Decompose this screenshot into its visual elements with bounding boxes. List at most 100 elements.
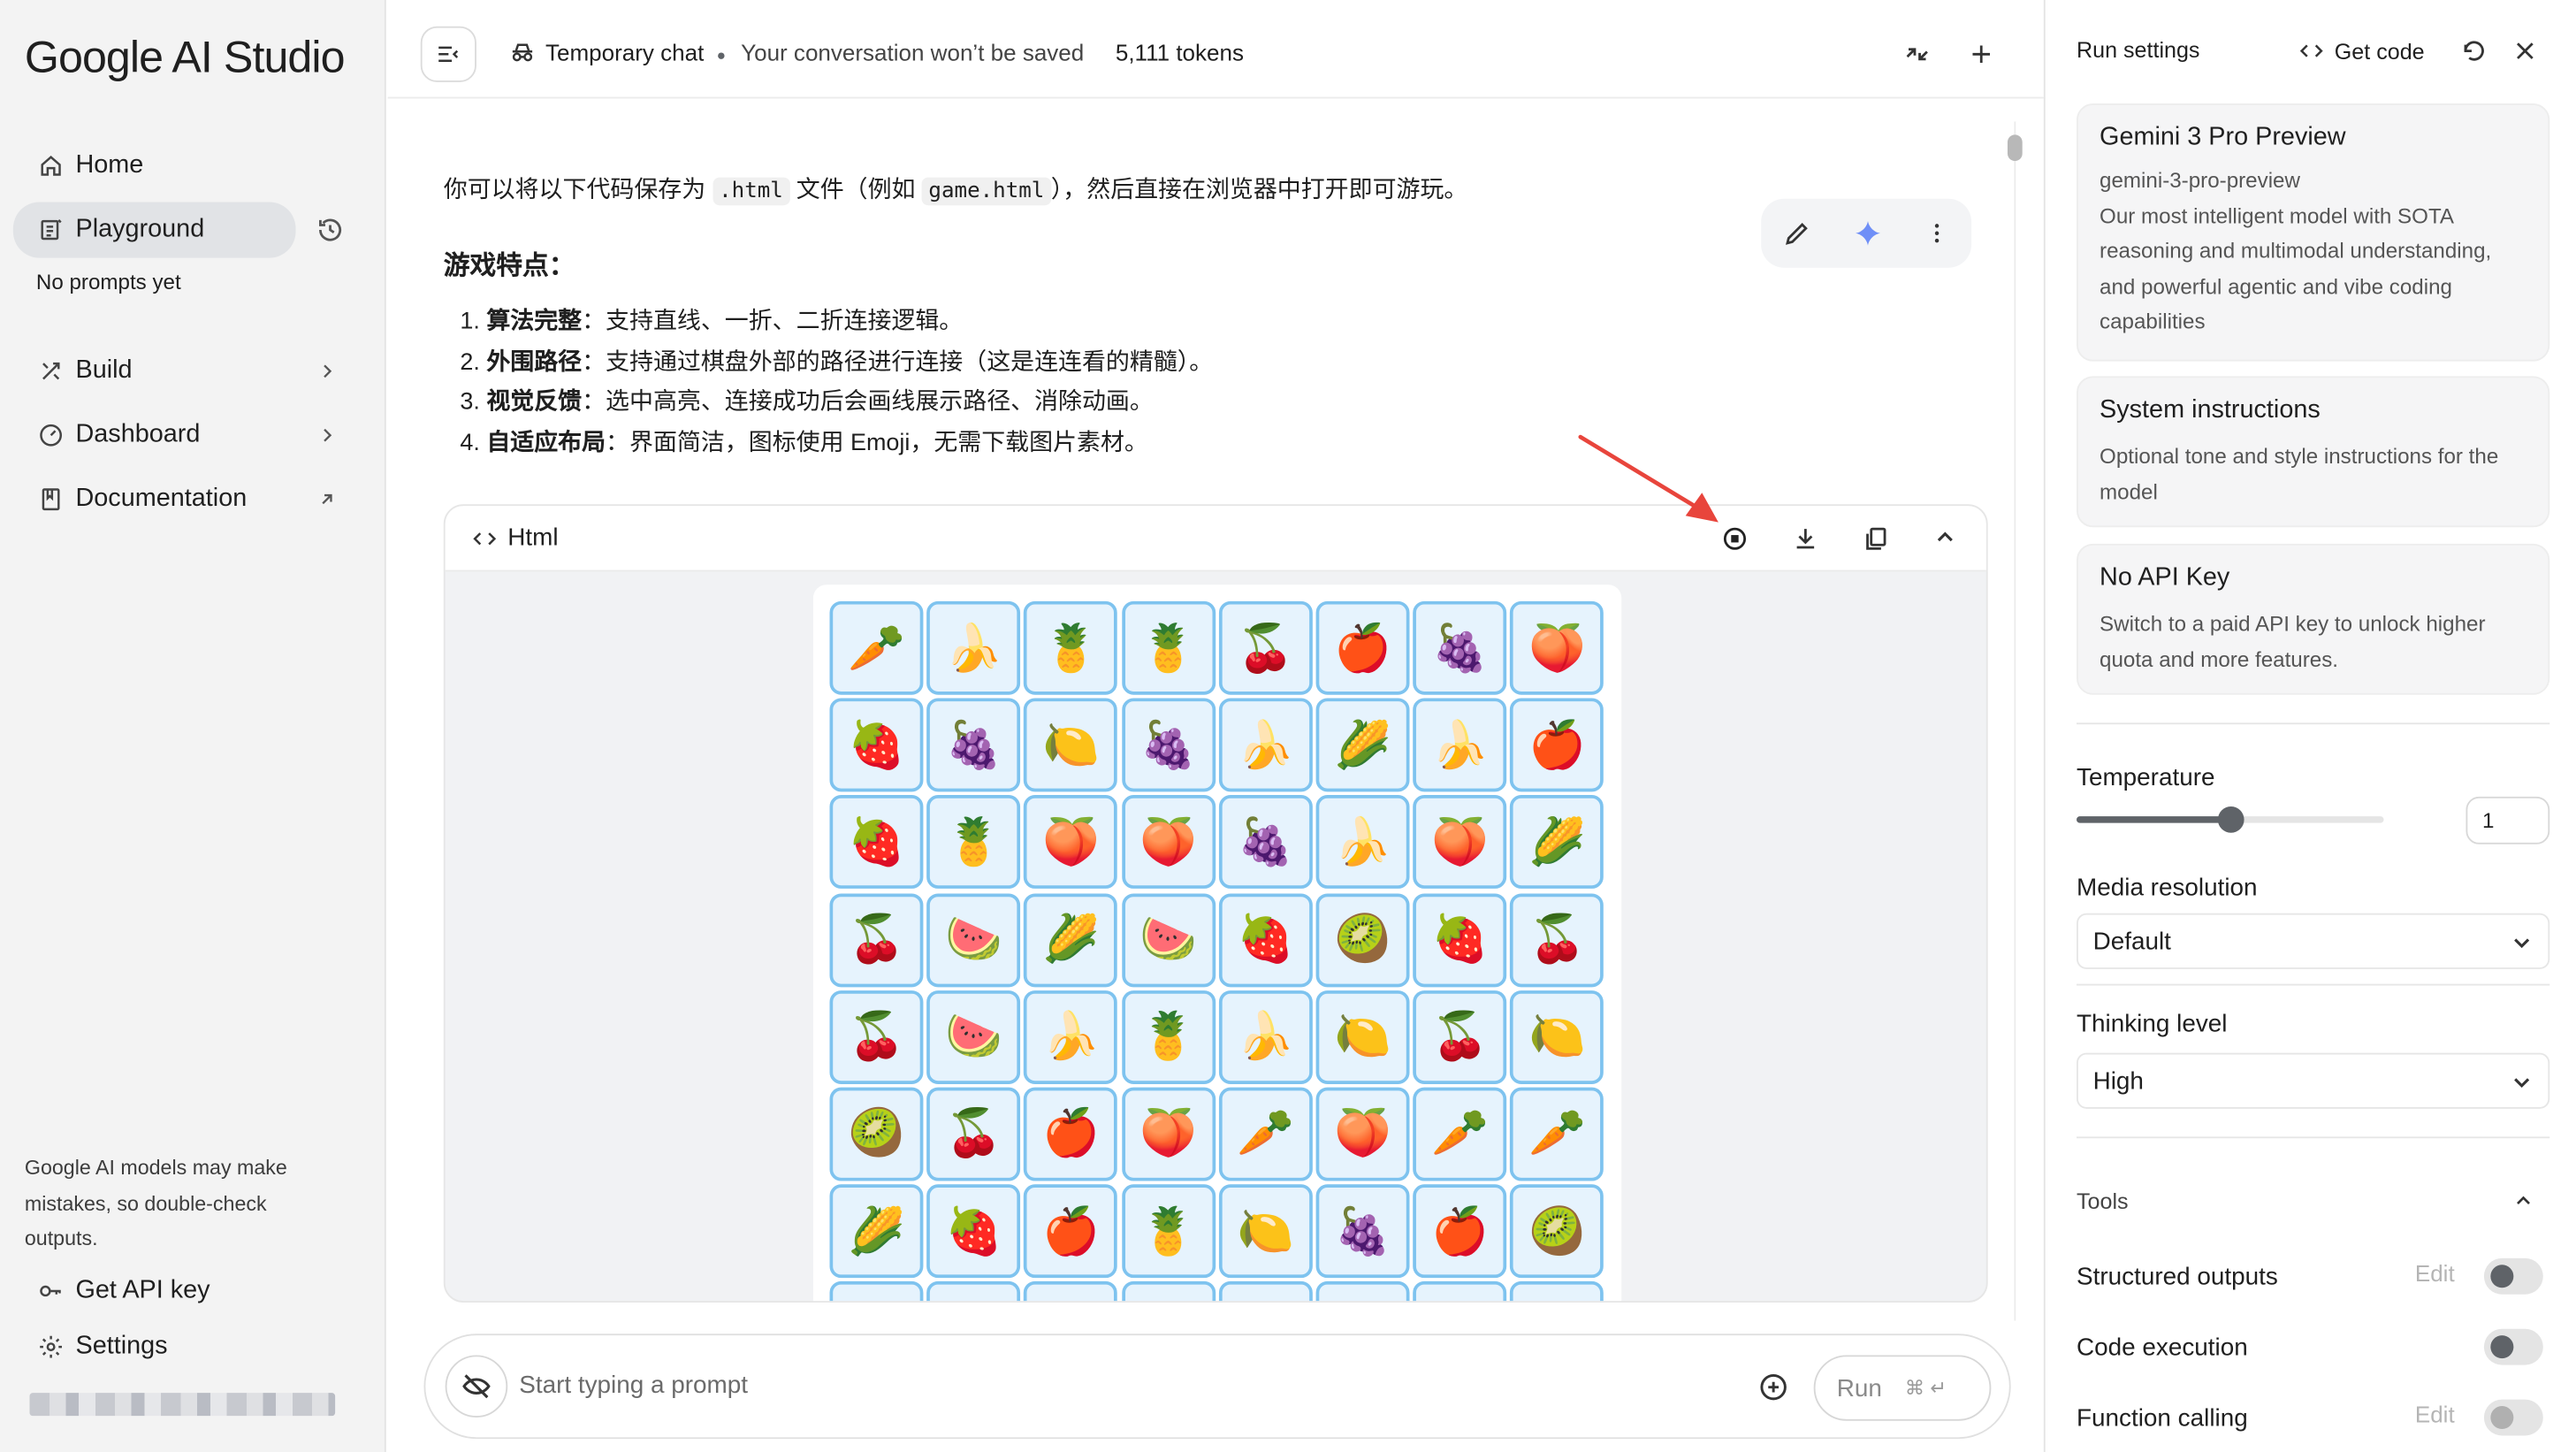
game-tile[interactable]: [1315, 1281, 1410, 1302]
nav-settings[interactable]: Settings: [13, 1319, 358, 1375]
more-vert-icon[interactable]: [1922, 218, 1951, 248]
game-tile[interactable]: [1024, 1281, 1118, 1302]
game-tile[interactable]: 🍑: [1121, 795, 1216, 890]
game-tile[interactable]: 🍎: [1024, 1184, 1118, 1279]
game-tile[interactable]: 🍓: [1413, 892, 1507, 987]
game-tile[interactable]: 🍑: [1121, 1087, 1216, 1181]
copy-icon[interactable]: [1862, 524, 1891, 554]
compare-icon[interactable]: [1902, 40, 1932, 69]
game-tile[interactable]: 🍍: [1121, 990, 1216, 1084]
media-resolution-select[interactable]: Default: [2077, 913, 2550, 969]
game-tile[interactable]: 🍓: [829, 698, 924, 792]
game-tile[interactable]: 🍑: [1413, 795, 1507, 890]
edit-link[interactable]: Edit: [2415, 1260, 2455, 1287]
history-icon[interactable]: [316, 215, 345, 244]
prompt-input[interactable]: Start typing a prompt: [519, 1372, 748, 1400]
edit-link[interactable]: Edit: [2415, 1401, 2455, 1427]
nav-get-api-key[interactable]: Get API key: [13, 1263, 358, 1318]
hide-button[interactable]: [445, 1355, 508, 1418]
brand-logo[interactable]: Google AI Studio: [25, 33, 346, 84]
game-tile[interactable]: 🍒: [1413, 990, 1507, 1084]
game-tile[interactable]: 🍋: [1315, 990, 1410, 1084]
game-tile[interactable]: 🌽: [1024, 892, 1118, 987]
game-tile[interactable]: 🥕: [1510, 1087, 1604, 1181]
download-icon[interactable]: [1791, 524, 1820, 554]
game-tile[interactable]: [1218, 1281, 1313, 1302]
game-tile[interactable]: 🍒: [1218, 600, 1313, 695]
run-button[interactable]: Run ⌘ ↵: [1813, 1355, 1992, 1421]
game-tile[interactable]: 🍋: [1024, 698, 1118, 792]
game-tile[interactable]: 🍋: [1510, 990, 1604, 1084]
game-tile[interactable]: 🍌: [1315, 795, 1410, 890]
game-tile[interactable]: 🍒: [829, 892, 924, 987]
toggle-sidebar-button[interactable]: [420, 26, 476, 82]
account-avatar-blurred[interactable]: [29, 1393, 336, 1417]
game-tile[interactable]: 🥝: [1315, 892, 1410, 987]
game-tile[interactable]: 🍋: [1218, 1184, 1313, 1279]
game-tile[interactable]: 🍍: [1024, 600, 1118, 695]
get-code-button[interactable]: Get code: [2298, 38, 2425, 65]
code-execution-toggle[interactable]: [2483, 1328, 2543, 1365]
api-key-card[interactable]: No API Key Switch to a paid API key to u…: [2077, 543, 2550, 695]
game-tile[interactable]: 🍑: [1024, 795, 1118, 890]
scrollbar-thumb[interactable]: [2007, 134, 2023, 162]
game-tile[interactable]: 🍌: [1413, 698, 1507, 792]
chevron-up-icon[interactable]: [2511, 1189, 2541, 1219]
game-tile[interactable]: [1413, 1281, 1507, 1302]
game-tile[interactable]: 🍌: [926, 600, 1021, 695]
game-tile[interactable]: 🌽: [1315, 698, 1410, 792]
nav-home[interactable]: Home: [13, 138, 358, 194]
game-tile[interactable]: 🍍: [1121, 600, 1216, 695]
temperature-input[interactable]: 1: [2465, 796, 2550, 844]
game-tile[interactable]: 🍎: [1315, 600, 1410, 695]
game-tile[interactable]: 🍒: [829, 990, 924, 1084]
game-tile[interactable]: [1121, 1281, 1216, 1302]
system-instructions-card[interactable]: System instructions Optional tone and st…: [2077, 376, 2550, 528]
structured-outputs-toggle[interactable]: [2483, 1257, 2543, 1295]
model-card[interactable]: Gemini 3 Pro Preview gemini-3-pro-previe…: [2077, 103, 2550, 362]
tools-section-label[interactable]: Tools: [2077, 1189, 2129, 1214]
nav-playground[interactable]: Playground: [12, 202, 296, 258]
game-tile[interactable]: 🍇: [1121, 698, 1216, 792]
game-tile[interactable]: 🥝: [1510, 1184, 1604, 1279]
game-tile[interactable]: 🥕: [1413, 1087, 1507, 1181]
game-tile[interactable]: 🍉: [1121, 892, 1216, 987]
game-tile[interactable]: 🍓: [829, 795, 924, 890]
game-tile[interactable]: 🍌: [1218, 990, 1313, 1084]
game-tile[interactable]: 🍌: [1218, 698, 1313, 792]
game-tile[interactable]: 🥕: [1218, 1087, 1313, 1181]
game-tile[interactable]: 🍓: [926, 1184, 1021, 1279]
game-tile[interactable]: 🍇: [1218, 795, 1313, 890]
thinking-level-select[interactable]: High: [2077, 1052, 2550, 1109]
game-tile[interactable]: 🥕: [829, 600, 924, 695]
game-tile[interactable]: 🍑: [1315, 1087, 1410, 1181]
game-tile[interactable]: 🍓: [1218, 892, 1313, 987]
game-tile[interactable]: 🍇: [1413, 600, 1507, 695]
game-tile[interactable]: [829, 1281, 924, 1302]
nav-dashboard[interactable]: Dashboard: [13, 408, 358, 463]
edit-pencil-icon[interactable]: [1782, 218, 1811, 248]
new-chat-plus-icon[interactable]: [1967, 40, 1996, 69]
game-tile[interactable]: 🍑: [1510, 600, 1604, 695]
collapse-chevron-icon[interactable]: [1932, 524, 1961, 554]
game-tile[interactable]: 🍒: [1510, 892, 1604, 987]
game-tile[interactable]: 🍎: [1024, 1087, 1118, 1181]
game-tile[interactable]: 🌽: [829, 1184, 924, 1279]
game-tile[interactable]: 🍌: [1024, 990, 1118, 1084]
game-tile[interactable]: 🍇: [926, 698, 1021, 792]
nav-documentation[interactable]: Documentation: [13, 471, 358, 527]
game-tile[interactable]: 🥝: [829, 1087, 924, 1181]
game-tile[interactable]: 🍉: [926, 990, 1021, 1084]
game-tile[interactable]: 🍒: [926, 1087, 1021, 1181]
game-tile[interactable]: 🍇: [1315, 1184, 1410, 1279]
function-calling-toggle[interactable]: [2483, 1399, 2543, 1436]
game-tile[interactable]: 🍍: [1121, 1184, 1216, 1279]
sparkle-icon[interactable]: [1853, 218, 1882, 248]
game-tile[interactable]: 🍎: [1413, 1184, 1507, 1279]
close-icon[interactable]: [2511, 36, 2540, 65]
game-tile[interactable]: [1510, 1281, 1604, 1302]
game-tile[interactable]: 🌽: [1510, 795, 1604, 890]
game-tile[interactable]: 🍉: [926, 892, 1021, 987]
add-media-icon[interactable]: [1757, 1372, 1788, 1402]
nav-build[interactable]: Build: [13, 343, 358, 399]
